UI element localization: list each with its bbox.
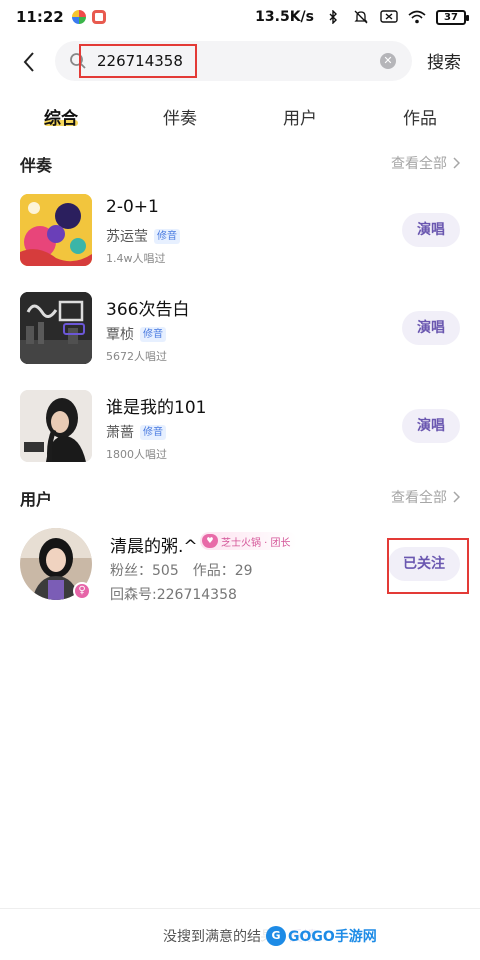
follow-highlight-box [387,538,469,594]
group-badge-label: 芝士火锅 · 团长 [221,537,291,549]
watermark-text: GOGO手游网 [288,929,377,945]
user-section-header: 用户 查看全部 [20,486,460,510]
song-artist: 苏运莹 [106,229,148,245]
bottom-divider [0,908,480,909]
song-title: 2-0+1 [106,197,159,217]
status-app-icons [71,10,106,24]
song-artist-line: 覃桢 修音 [106,324,166,344]
mute-icon [352,10,370,24]
section-title: 用户 [20,490,53,509]
search-button[interactable]: 搜索 [427,48,461,73]
song-artist-line: 萧蔷 修音 [106,422,166,442]
song-title: 谁是我的101 [106,398,207,418]
network-speed: 13.5K/s [255,9,314,25]
tab-works[interactable]: 作品 [390,104,450,129]
tab-users[interactable]: 用户 [270,104,330,129]
view-all-label: 查看全部 [391,156,447,172]
wifi-icon [408,10,426,24]
sing-button[interactable]: 演唱 [402,213,460,247]
back-arrow-icon [23,52,34,72]
song-cover [20,390,92,462]
user-stats: 粉丝：505 作品：29 [110,560,253,580]
song-artist-line: 苏运莹 修音 [106,226,180,246]
watermark: G GOGO手游网 [262,922,381,950]
song-artist: 覃桢 [106,327,134,343]
heart-badge-icon: ♥ [202,534,218,548]
chevron-right-icon [453,491,460,503]
sing-button[interactable]: 演唱 [402,311,460,345]
song-row[interactable]: 2-0+1 苏运莹 修音 1.4w人唱过 演唱 [20,194,460,268]
view-all-users[interactable]: 查看全部 [391,487,460,507]
user-id: 回森号:226714358 [110,587,237,603]
sim-icon [380,10,398,24]
feedback-bar: 没搜到满意的结果？反馈 [0,926,480,946]
search-header: ✕ 搜索 [0,40,480,84]
back-button[interactable] [12,44,46,80]
sing-count: 1800人唱过 [106,448,167,461]
section-title: 伴奏 [20,156,53,175]
view-all-label: 查看全部 [391,490,447,506]
user-name: 清晨的粥.^ [110,537,198,557]
song-title: 366次告白 [106,300,190,320]
sing-count: 1.4w人唱过 [106,252,166,265]
sing-button[interactable]: 演唱 [402,409,460,443]
works-count: 作品：29 [192,563,253,579]
song-artist: 萧蔷 [106,425,134,441]
song-row[interactable]: 谁是我的101 萧蔷 修音 1800人唱过 演唱 [20,390,460,464]
result-tabs: 综合 伴奏 用户 作品 [0,98,480,138]
clear-icon[interactable]: ✕ [380,53,396,69]
search-highlight-box [79,44,197,78]
accompaniment-section-header: 伴奏 查看全部 [20,152,460,176]
status-time: 11:22 [16,8,64,26]
song-row[interactable]: 366次告白 覃桢 修音 5672人唱过 演唱 [20,292,460,366]
tab-all[interactable]: 综合 [31,104,91,129]
watermark-logo-icon: G [266,926,286,946]
app-notify-icon [71,10,86,24]
female-icon: ♀ [73,582,91,600]
sing-count: 5672人唱过 [106,350,167,363]
retouch-tag: 修音 [140,424,166,440]
app-notify-icon-2 [91,10,106,24]
group-badge: ♥ 芝士火锅 · 团长 [200,532,297,550]
status-bar: 11:22 13.5K/s 37 [0,0,480,34]
retouch-tag: 修音 [140,326,166,342]
bluetooth-icon [324,9,342,25]
song-cover [20,194,92,266]
tab-accompaniment[interactable]: 伴奏 [150,104,210,129]
song-cover [20,292,92,364]
retouch-tag: 修音 [154,228,180,244]
battery-icon: 37 [436,9,469,25]
fans-count: 粉丝：505 [110,563,179,579]
chevron-right-icon [453,157,460,169]
view-all-accompaniment[interactable]: 查看全部 [391,153,460,173]
